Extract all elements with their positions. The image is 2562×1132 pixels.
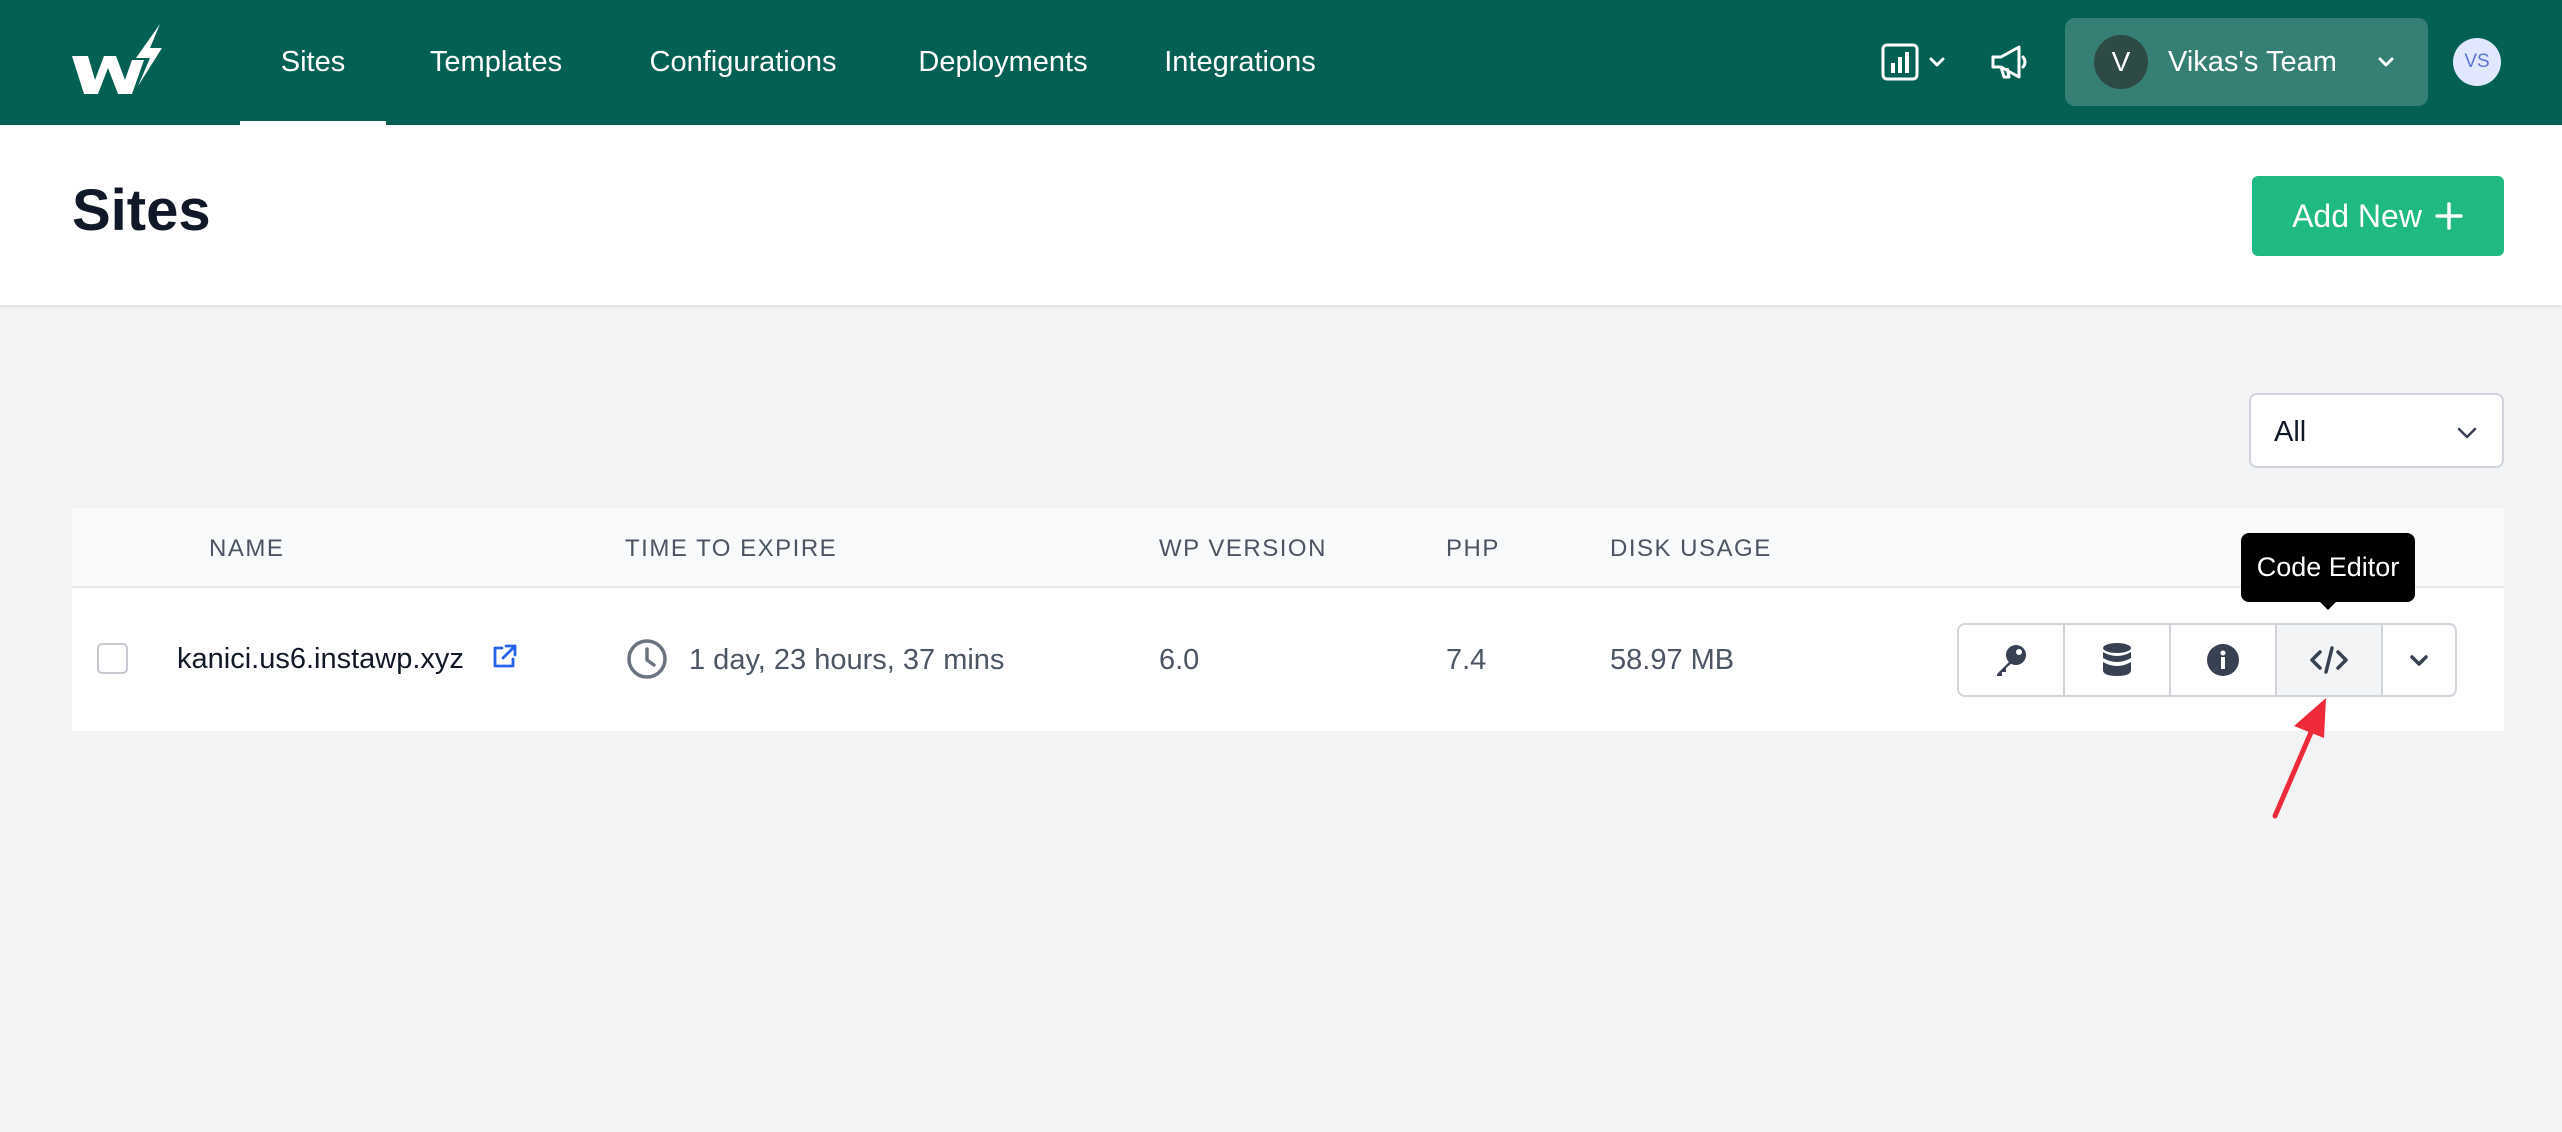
page-header: Sites Add New — [0, 125, 2562, 305]
chevron-down-icon — [2410, 655, 2428, 666]
site-name-link[interactable]: kanici.us6.instawp.xyz — [177, 643, 464, 676]
tab-deployments[interactable]: Deployments — [906, 0, 1100, 125]
team-name: Vikas's Team — [2168, 45, 2337, 78]
user-avatar[interactable]: VS — [2453, 38, 2501, 86]
database-icon — [2103, 643, 2131, 676]
php-version: 7.4 — [1446, 644, 1487, 676]
row-checkbox[interactable] — [97, 643, 128, 674]
team-switcher[interactable]: V Vikas's Team — [2065, 18, 2428, 106]
column-header-php: PHP — [1446, 535, 1500, 562]
megaphone-icon — [1991, 45, 2027, 79]
column-header-wp-version: WP VERSION — [1159, 535, 1327, 562]
chevron-down-icon — [2378, 57, 2394, 67]
tab-sites[interactable]: Sites — [240, 0, 386, 125]
chevron-down-icon — [1929, 57, 1945, 67]
team-avatar: V — [2094, 35, 2148, 89]
key-icon — [1997, 645, 2026, 676]
column-header-time-to-expire: TIME TO EXPIRE — [625, 535, 838, 562]
database-button[interactable] — [2065, 625, 2171, 695]
code-icon — [2310, 646, 2348, 674]
magic-login-button[interactable] — [1959, 625, 2065, 695]
code-editor-button[interactable] — [2277, 625, 2383, 695]
announcements-button[interactable] — [1986, 38, 2034, 86]
top-nav: Sites Templates Configurations Deploymen… — [0, 0, 2562, 125]
site-info-button[interactable] — [2171, 625, 2277, 695]
external-link-icon[interactable] — [490, 643, 518, 671]
filter-value: All — [2274, 416, 2307, 448]
table-row: kanici.us6.instawp.xyz 1 day, 23 hours, … — [72, 588, 2504, 731]
page-title: Sites — [72, 178, 211, 243]
chevron-down-icon — [2457, 427, 2477, 439]
info-icon — [2207, 644, 2239, 676]
add-new-button[interactable]: Add New — [2252, 176, 2504, 256]
tab-integrations[interactable]: Integrations — [1150, 0, 1330, 125]
disk-usage: 58.97 MB — [1610, 644, 1735, 676]
table-header: NAME TIME TO EXPIRE WP VERSION PHP DISK … — [72, 508, 2504, 588]
column-header-disk-usage: DISK USAGE — [1610, 535, 1772, 562]
analytics-dropdown[interactable] — [1878, 36, 1950, 88]
analytics-icon — [1881, 43, 1919, 81]
annotation-arrow — [2272, 698, 2326, 819]
site-actions — [1957, 623, 2457, 697]
code-editor-tooltip: Code Editor — [2241, 533, 2415, 602]
tab-templates[interactable]: Templates — [408, 0, 584, 125]
more-actions-button[interactable] — [2383, 625, 2455, 695]
wp-version: 6.0 — [1159, 644, 1200, 676]
clock-icon — [627, 639, 667, 679]
tooltip-pointer — [2318, 600, 2338, 610]
tab-configurations[interactable]: Configurations — [630, 0, 856, 125]
time-to-expire: 1 day, 23 hours, 37 mins — [689, 644, 1005, 676]
instawp-logo[interactable] — [70, 24, 162, 100]
plus-icon — [2435, 202, 2463, 230]
status-filter-select[interactable]: All — [2249, 393, 2504, 468]
column-header-name: NAME — [209, 535, 285, 562]
add-new-label: Add New — [2292, 197, 2422, 234]
sites-table: NAME TIME TO EXPIRE WP VERSION PHP DISK … — [72, 508, 2504, 731]
